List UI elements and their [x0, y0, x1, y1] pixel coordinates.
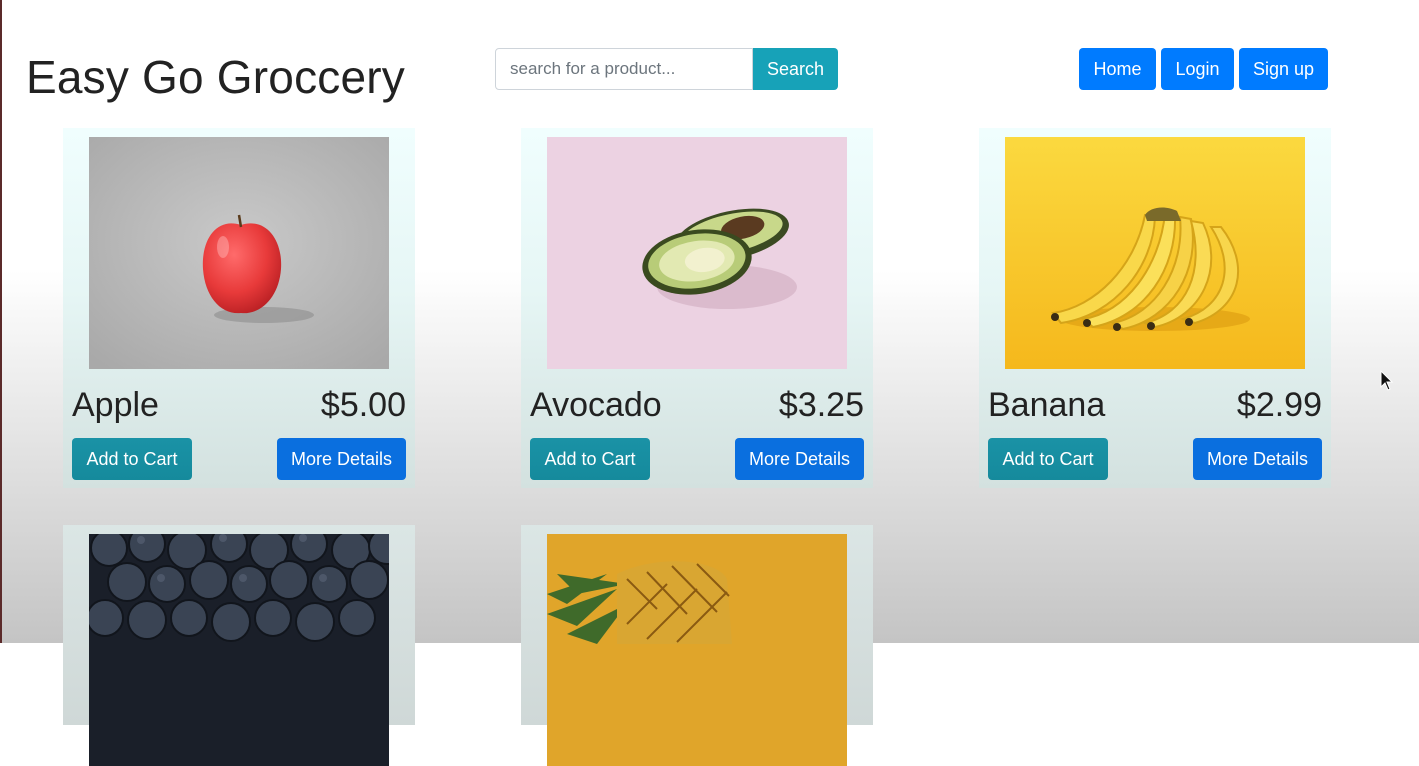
pineapple-image	[547, 534, 847, 766]
product-card-blueberries	[63, 525, 415, 766]
product-name: Banana	[988, 386, 1106, 424]
banana-image	[1005, 137, 1305, 369]
more-details-button[interactable]: More Details	[735, 438, 864, 480]
product-card-pineapple	[521, 525, 873, 766]
more-details-button[interactable]: More Details	[1193, 438, 1322, 480]
product-card-banana: Banana $2.99 Add to Cart More Details	[979, 128, 1331, 488]
product-name: Avocado	[530, 386, 662, 424]
search-button[interactable]: Search	[753, 48, 838, 90]
nav-signup-button[interactable]: Sign up	[1239, 48, 1328, 90]
blueberries-image	[89, 534, 389, 766]
add-to-cart-button[interactable]: Add to Cart	[988, 438, 1108, 480]
site-title: Easy Go Groccery	[26, 51, 405, 103]
product-price: $3.25	[778, 386, 864, 424]
nav-home-button[interactable]: Home	[1079, 48, 1156, 90]
search-input[interactable]	[495, 48, 753, 90]
apple-image	[89, 137, 389, 369]
avocado-image	[547, 137, 847, 369]
product-name: Apple	[72, 386, 159, 424]
product-card-avocado: Avocado $3.25 Add to Cart More Details	[521, 128, 873, 488]
product-card-apple: Apple $5.00 Add to Cart More Details	[63, 128, 415, 488]
search-form: Search	[495, 48, 838, 90]
product-price: $5.00	[320, 386, 406, 424]
product-price: $2.99	[1236, 386, 1322, 424]
nav-login-button[interactable]: Login	[1161, 48, 1234, 90]
mouse-cursor-icon	[1380, 370, 1394, 391]
add-to-cart-button[interactable]: Add to Cart	[72, 438, 192, 480]
nav-bar: Home Login Sign up	[1079, 48, 1328, 90]
more-details-button[interactable]: More Details	[277, 438, 406, 480]
add-to-cart-button[interactable]: Add to Cart	[530, 438, 650, 480]
